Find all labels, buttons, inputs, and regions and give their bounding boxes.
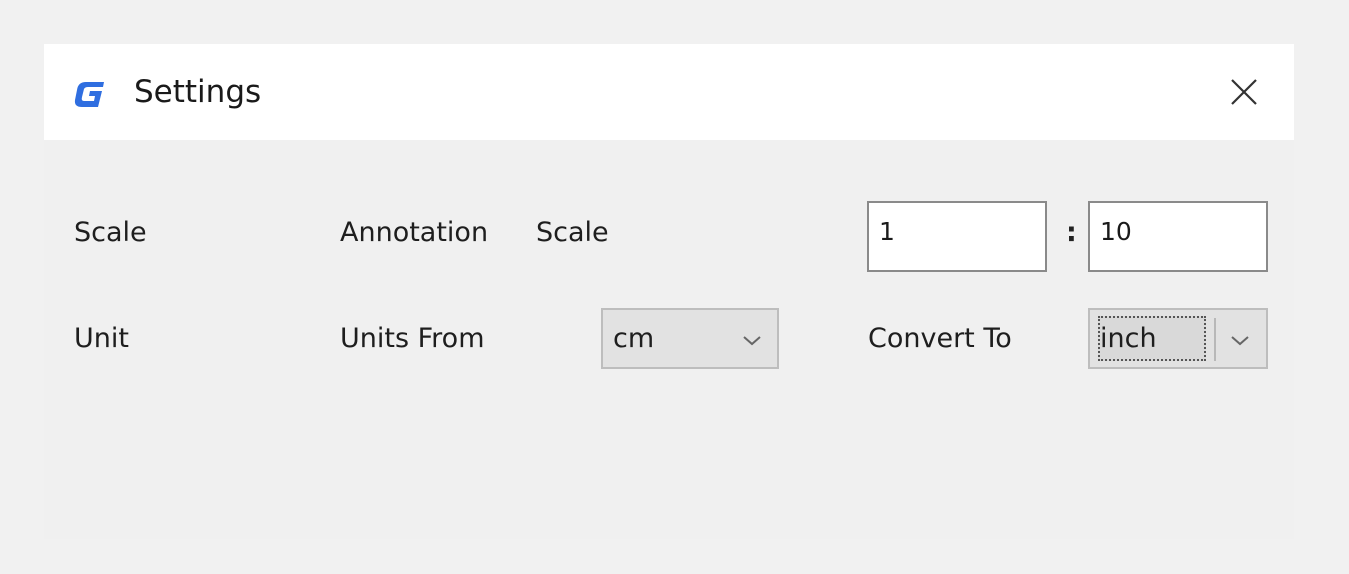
dropdown-divider [1214, 318, 1216, 361]
convert-to-dropdown[interactable]: inch [1088, 308, 1268, 369]
convert-to-label: Convert To [868, 323, 1012, 354]
annotation-label: Annotation [340, 217, 489, 248]
title-bar: Settings [44, 44, 1294, 140]
annotation-scale-label: Scale [536, 217, 609, 248]
units-from-value: cm [613, 323, 655, 354]
app-logo-icon [74, 82, 104, 107]
convert-to-value: inch [1100, 323, 1157, 354]
chevron-down-icon [1231, 336, 1249, 346]
scale-ratio-separator: : [1066, 217, 1077, 248]
scale-ratio-right-input[interactable]: 10 [1088, 201, 1268, 272]
scale-section-label: Scale [74, 217, 147, 248]
units-from-dropdown[interactable]: cm [601, 308, 779, 369]
chevron-down-icon [743, 336, 761, 346]
dialog-title: Settings [134, 74, 262, 110]
close-icon[interactable] [1222, 72, 1266, 116]
scale-ratio-left-input[interactable]: 1 [867, 201, 1047, 272]
unit-section-label: Unit [74, 323, 129, 354]
units-from-label: Units From [340, 323, 485, 354]
settings-dialog: Settings Scale Annotation Scale 1 : 10 U… [44, 44, 1294, 539]
